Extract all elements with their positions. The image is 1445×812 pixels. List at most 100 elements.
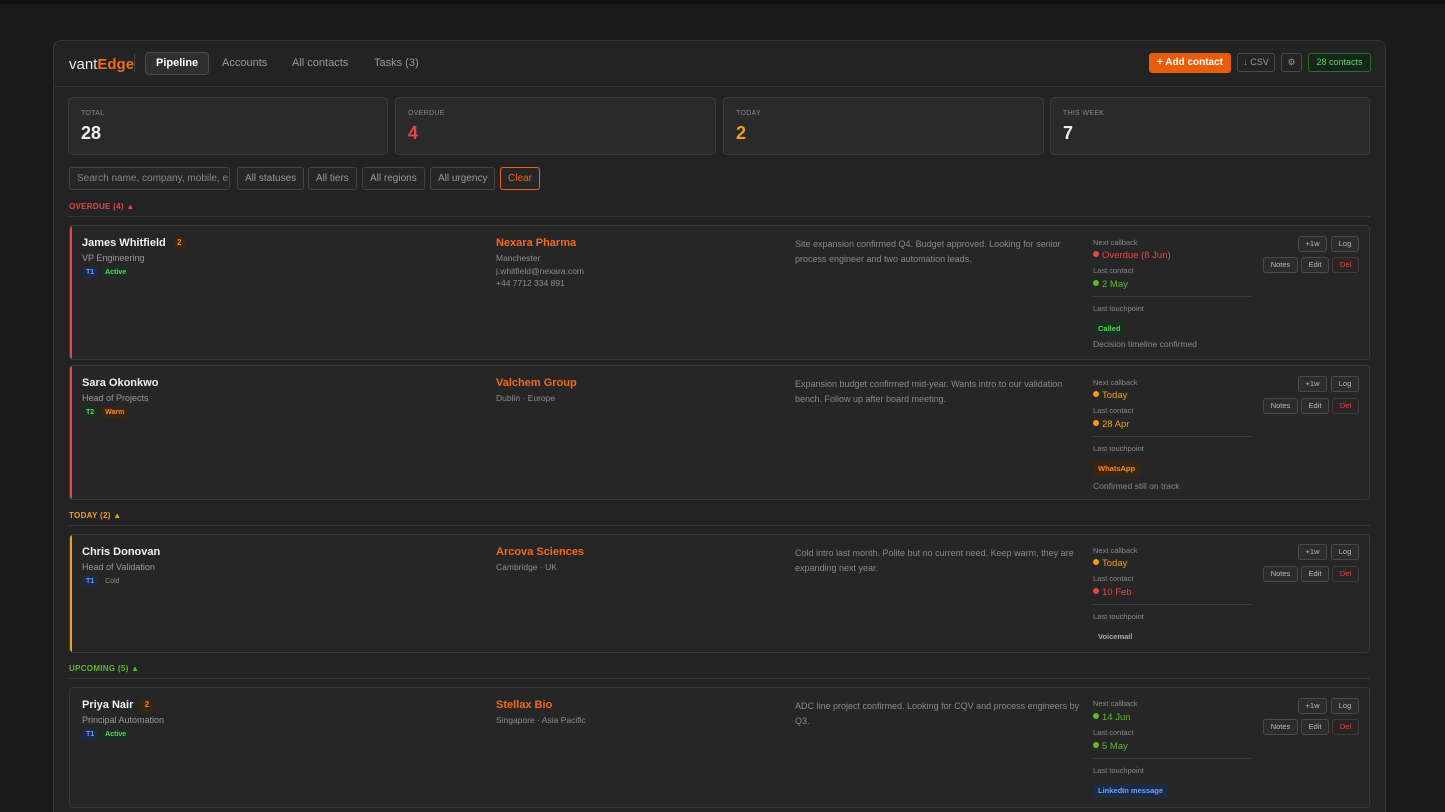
contact-title: VP Engineering [82, 253, 145, 263]
delete-button[interactable]: Del [1332, 719, 1359, 735]
section-divider [69, 678, 1370, 679]
contact-name[interactable]: Chris Donovan [82, 546, 160, 558]
tier-filter[interactable]: All tiers [308, 167, 357, 190]
notes-button[interactable]: Notes [1263, 566, 1298, 582]
edit-button[interactable]: Edit [1301, 566, 1329, 582]
notes-button[interactable]: Notes [1263, 719, 1298, 735]
contact-card[interactable]: James Whitfield 2 VP Engineering T1 Activ… [69, 225, 1370, 360]
status-badge: Active [101, 729, 131, 740]
contact-name[interactable]: James Whitfield 2 [82, 237, 186, 249]
status-badge: Active [101, 267, 131, 278]
section-divider [69, 525, 1370, 526]
delete-button[interactable]: Del [1332, 257, 1359, 273]
contact-phone[interactable]: +44 7712 334 891 [496, 278, 565, 288]
tier-badge: T1 [82, 729, 99, 740]
contact-email[interactable]: j.whitfield@nexara.com [496, 266, 584, 276]
stat-this-week: THIS WEEK 7 [1050, 97, 1370, 155]
status-badge: Cold [105, 578, 120, 585]
log-button[interactable]: Log [1331, 544, 1359, 560]
delete-button[interactable]: Del [1332, 566, 1359, 582]
edit-button[interactable]: Edit [1301, 719, 1329, 735]
meta-divider [1093, 436, 1251, 437]
edit-button[interactable]: Edit [1301, 398, 1329, 414]
tab-tasks[interactable]: Tasks (3) [363, 52, 430, 75]
snooze-week-button[interactable]: +1w [1298, 544, 1327, 560]
contact-location: Manchester [496, 253, 541, 263]
status-badge: Warm [101, 407, 129, 418]
status-dot [1093, 713, 1099, 719]
touchpoint-badge: Called [1093, 321, 1126, 336]
status-dot [1093, 588, 1099, 594]
contact-note: ADC line project confirmed. Looking for … [795, 701, 1080, 726]
add-contact-button[interactable]: + Add contact [1149, 53, 1231, 73]
stat-value: 7 [1063, 123, 1074, 143]
last-contact-label: Last contact [1093, 728, 1134, 737]
delete-button[interactable]: Del [1332, 398, 1359, 414]
next-callback-value: 14 Jun [1093, 712, 1131, 723]
contact-title: Head of Validation [82, 562, 155, 572]
task-count-badge: 2 [172, 237, 186, 249]
section-today-toggle[interactable]: TODAY (2) ▲ [69, 511, 121, 520]
touchpoint-badge: WhatsApp [1093, 461, 1141, 476]
last-contact-label: Last contact [1093, 574, 1134, 583]
urgency-accent [70, 366, 72, 499]
contact-name[interactable]: Priya Nair 2 [82, 699, 154, 711]
company-link[interactable]: Nexara Pharma [496, 237, 576, 249]
contact-note: Site expansion confirmed Q4. Budget appr… [795, 239, 1061, 264]
brand-logo: vantEdge [69, 56, 135, 73]
contact-note: Cold intro last month. Polite but no cur… [795, 548, 1074, 573]
clear-filters-button[interactable]: Clear [500, 167, 540, 190]
stat-total: TOTAL 28 [68, 97, 388, 155]
snooze-week-button[interactable]: +1w [1298, 236, 1327, 252]
settings-button[interactable]: ⚙ [1281, 53, 1302, 72]
csv-export-button[interactable]: ↓ CSV [1237, 53, 1275, 72]
section-overdue-toggle[interactable]: OVERDUE (4) ▲ [69, 202, 135, 211]
last-contact-value: 28 Apr [1093, 419, 1129, 430]
log-button[interactable]: Log [1331, 236, 1359, 252]
contact-name[interactable]: Sara Okonkwo [82, 377, 158, 389]
snooze-week-button[interactable]: +1w [1298, 376, 1327, 392]
urgency-filter[interactable]: All urgency [430, 167, 496, 190]
stat-value: 28 [81, 123, 102, 143]
company-link[interactable]: Arcova Sciences [496, 546, 584, 558]
status-filter[interactable]: All statuses [237, 167, 305, 190]
edit-button[interactable]: Edit [1301, 257, 1329, 273]
contact-card[interactable]: Chris Donovan Head of Validation T1 Cold… [69, 534, 1370, 653]
urgency-accent [70, 535, 72, 652]
stat-label: OVERDUE [408, 110, 445, 117]
task-count-badge: 2 [140, 699, 154, 711]
log-button[interactable]: Log [1331, 376, 1359, 392]
stat-label: TOTAL [81, 110, 105, 117]
notes-button[interactable]: Notes [1263, 257, 1298, 273]
last-touchpoint-label: Last touchpoint [1093, 612, 1144, 621]
contacts-count-badge: 28 contacts [1308, 53, 1371, 72]
app-header: vantEdge Pipeline Accounts All contacts … [54, 41, 1385, 87]
contact-tags: T1 Active [82, 729, 131, 740]
contact-card[interactable]: Sara Okonkwo Head of Projects T2 Warm Va… [69, 365, 1370, 500]
last-touchpoint-label: Last touchpoint [1093, 304, 1144, 313]
company-link[interactable]: Stellax Bio [496, 699, 552, 711]
notes-button[interactable]: Notes [1263, 398, 1298, 414]
tier-badge: T2 [82, 407, 99, 418]
tab-all-contacts[interactable]: All contacts [281, 52, 359, 75]
region-filter[interactable]: All regions [362, 167, 425, 190]
snooze-week-button[interactable]: +1w [1298, 698, 1327, 714]
log-button[interactable]: Log [1331, 698, 1359, 714]
browser-top-strip [0, 0, 1445, 4]
tier-badge: T1 [82, 267, 99, 278]
section-upcoming-toggle[interactable]: UPCOMING (5) ▲ [69, 664, 139, 673]
touchpoint-badge: Voicemail [1093, 629, 1138, 644]
company-link[interactable]: Valchem Group [496, 377, 577, 389]
stat-today: TODAY 2 [723, 97, 1044, 155]
tab-pipeline[interactable]: Pipeline [145, 52, 210, 75]
last-contact-label: Last contact [1093, 266, 1134, 275]
contact-card[interactable]: Priya Nair 2 Principal Automation T1 Acti… [69, 687, 1370, 808]
search-input[interactable]: Search name, company, mobile, e [69, 167, 230, 190]
next-callback-value: Today [1093, 558, 1127, 569]
tab-accounts[interactable]: Accounts [211, 52, 278, 75]
meta-divider [1093, 296, 1251, 297]
meta-divider [1093, 758, 1251, 759]
contact-tags: T1 Active [82, 267, 131, 278]
last-touchpoint-label: Last touchpoint [1093, 766, 1144, 775]
next-callback-value: Overdue (8 Jun) [1093, 250, 1171, 261]
